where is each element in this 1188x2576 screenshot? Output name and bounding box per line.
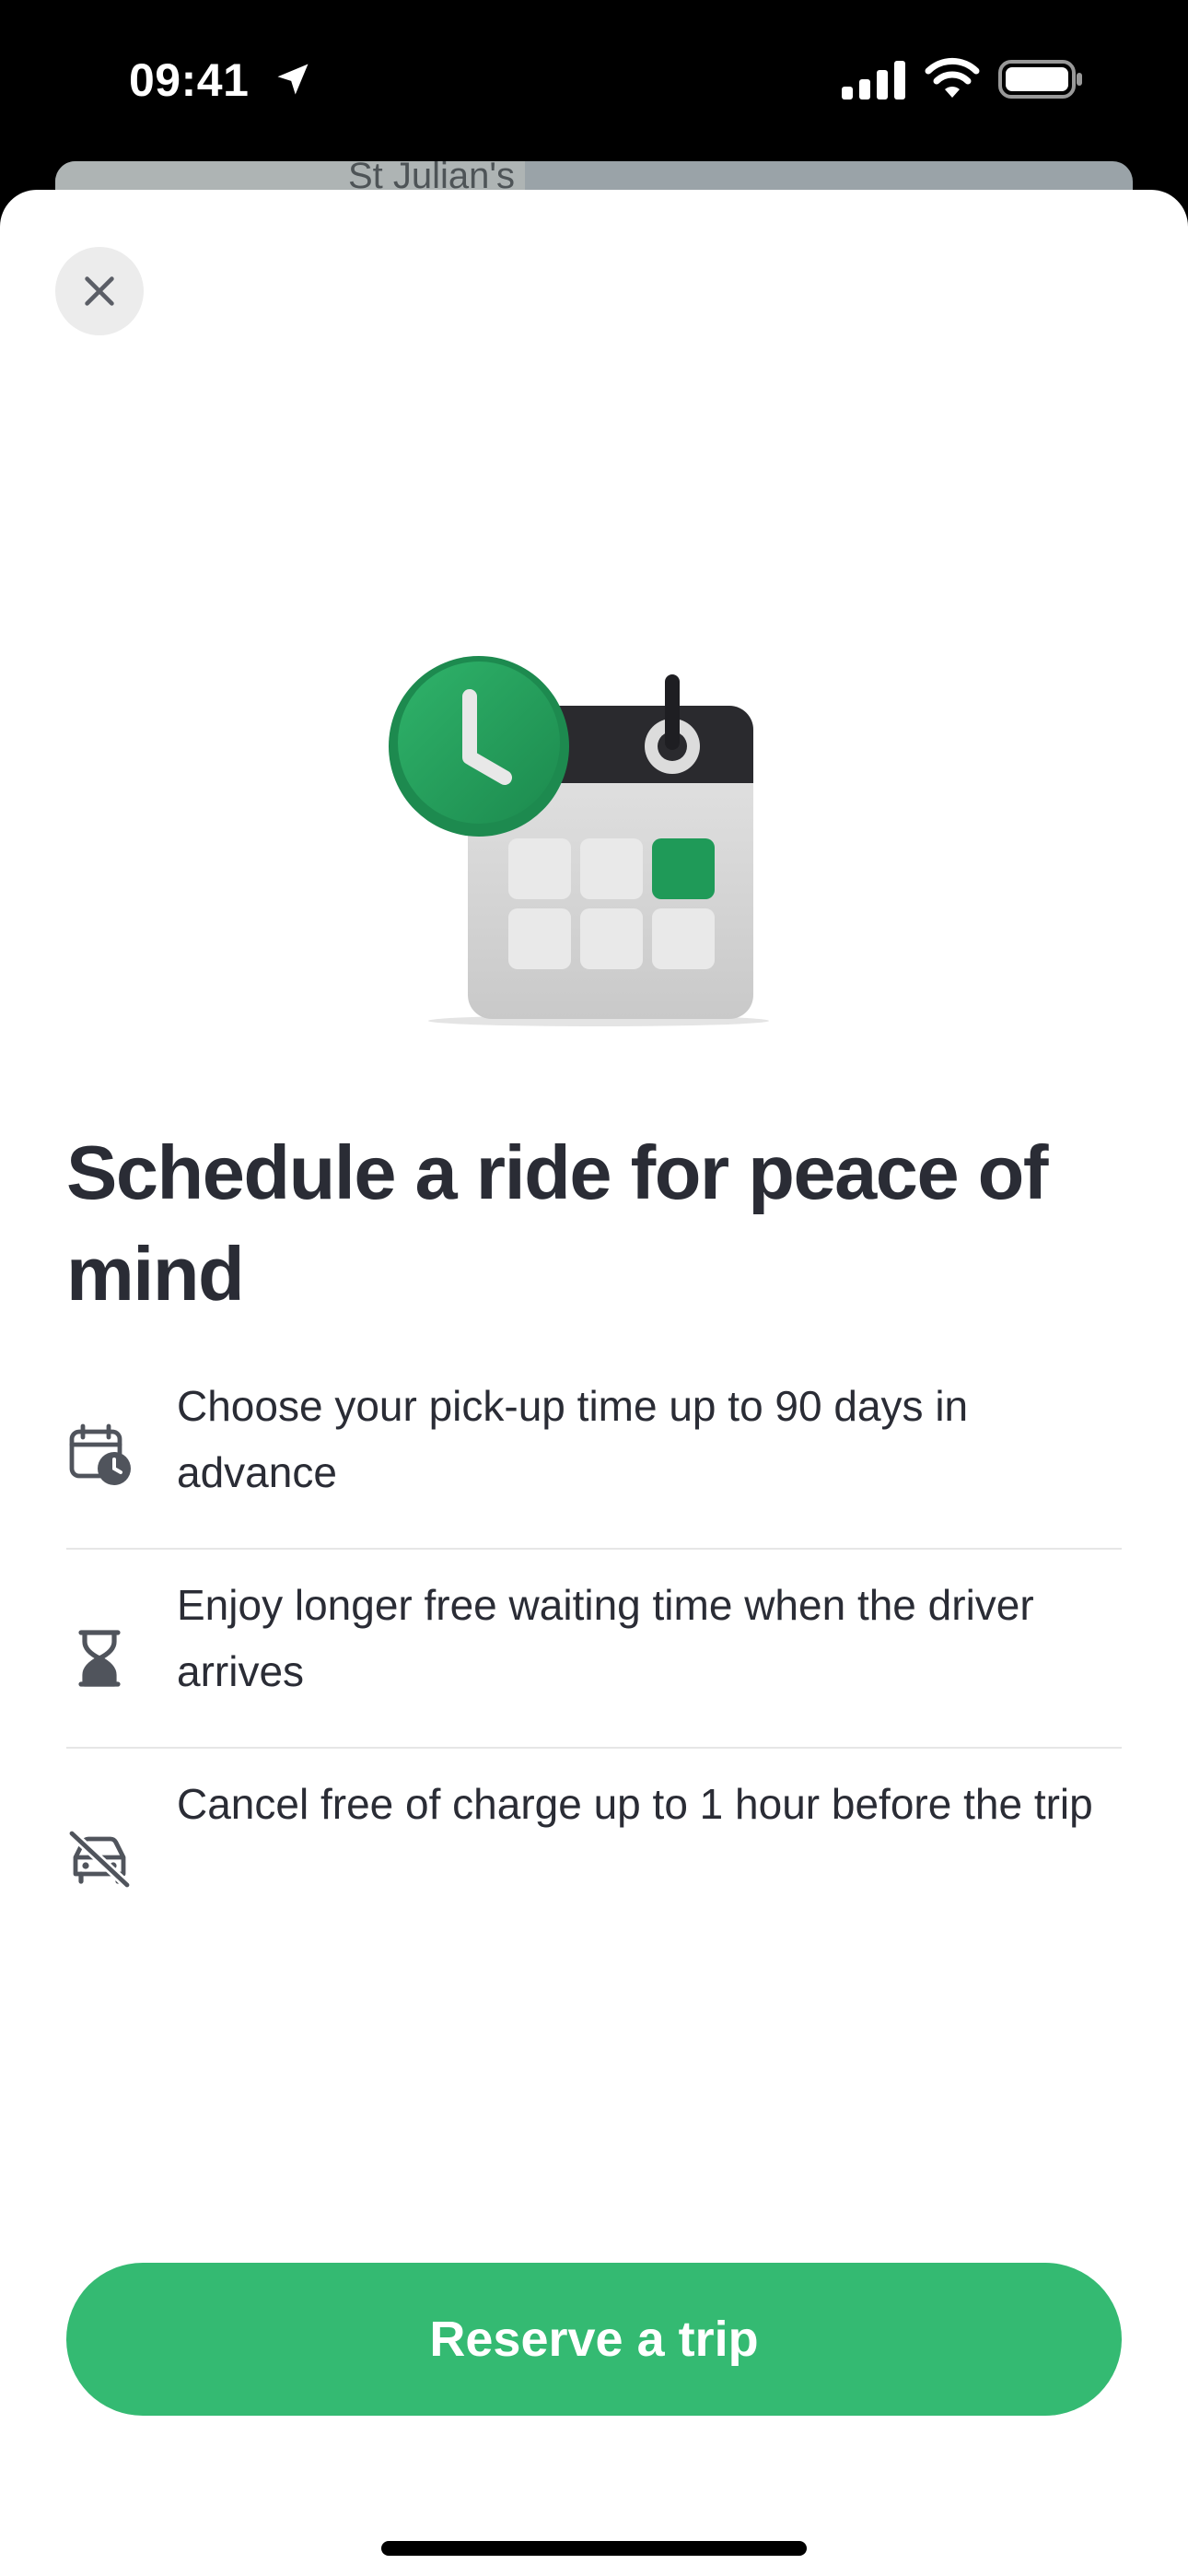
reserve-trip-button[interactable]: Reserve a trip [66,2263,1122,2416]
status-bar: 09:41 [0,0,1188,161]
feature-text: Enjoy longer free waiting time when the … [177,1581,1034,1695]
calendar-clock-illustration [389,656,769,1026]
feature-list: Choose your pick-up time up to 90 days i… [66,1373,1122,1933]
home-indicator [381,2541,807,2556]
cellular-signal-icon [842,61,905,100]
hourglass-icon [78,1630,121,1687]
close-button[interactable] [55,247,144,335]
feature-text: Choose your pick-up time up to 90 days i… [177,1382,969,1496]
page-title: Schedule a ride for peace of mind [66,1130,1049,1317]
location-arrow-icon [277,64,309,95]
feature-text: Cancel free of charge up to 1 hour befor… [177,1780,1093,1828]
car-off-icon [68,1830,131,1889]
wifi-icon [925,57,980,98]
calendar-clock-icon [69,1423,131,1485]
battery-icon [998,60,1082,99]
feature-item: Choose your pick-up time up to 90 days i… [66,1373,1122,1548]
feature-item: Cancel free of charge up to 1 hour befor… [66,1749,1122,1933]
feature-item: Enjoy longer free waiting time when the … [66,1550,1122,1747]
status-time: 09:41 [129,54,250,106]
close-icon [85,276,114,306]
